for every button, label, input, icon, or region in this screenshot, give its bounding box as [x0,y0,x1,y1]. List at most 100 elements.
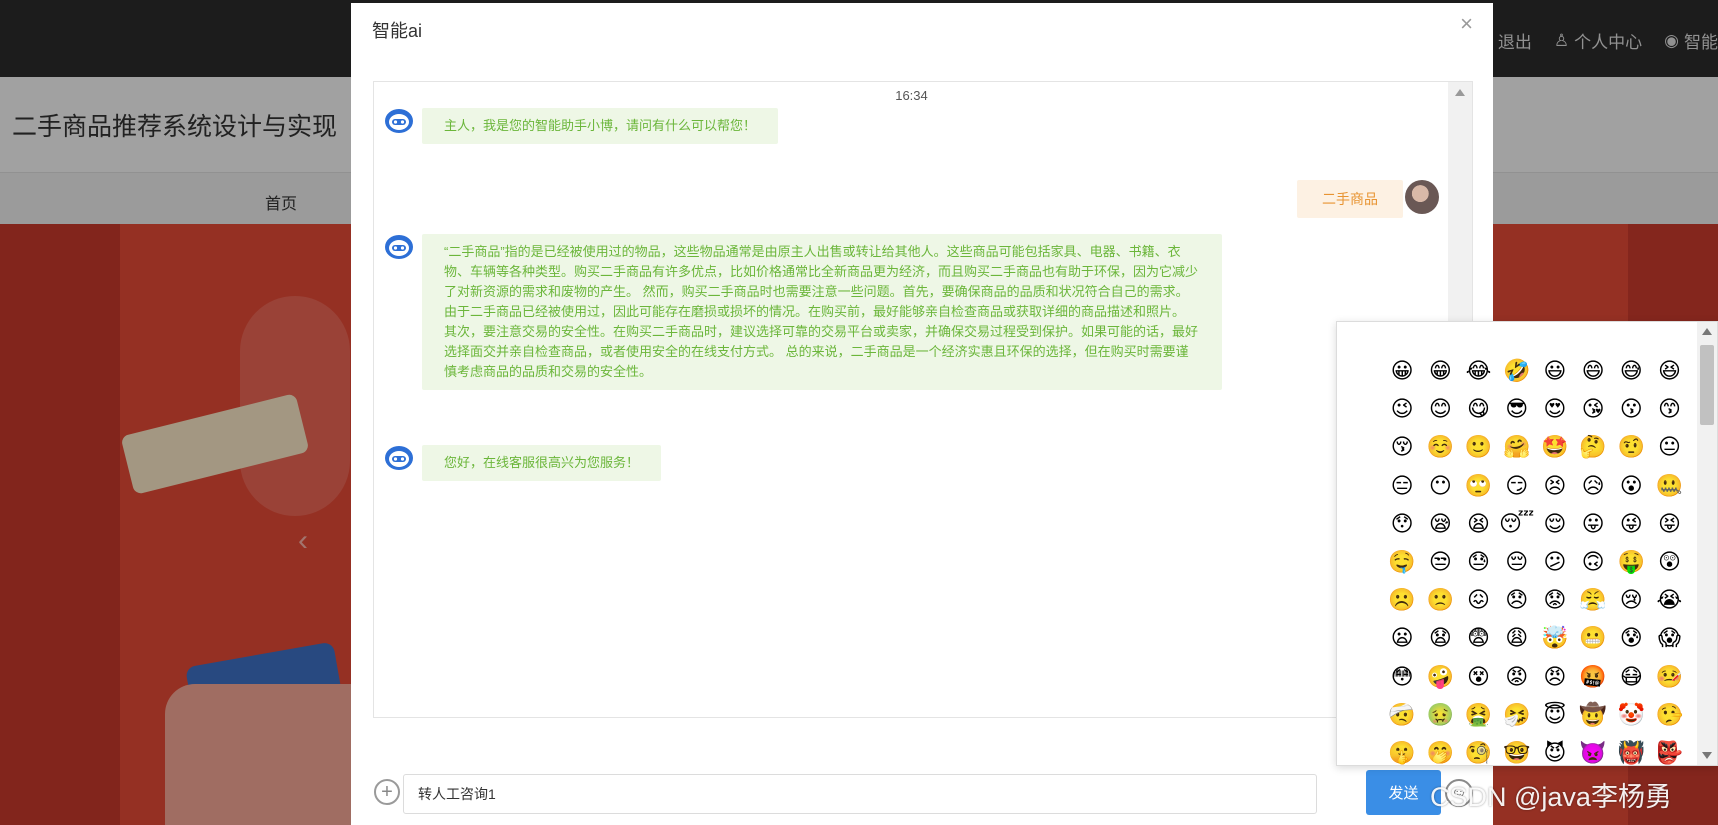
close-icon[interactable]: × [1460,11,1473,37]
emoji-item[interactable]: 😢 [1612,581,1650,619]
emoji-item[interactable]: 👺 [1650,734,1688,765]
emoji-item[interactable]: 😚 [1383,428,1421,466]
emoji-item[interactable]: 😊 [1421,390,1459,428]
emoji-item[interactable]: 🤭 [1421,734,1459,765]
emoji-item[interactable]: 😙 [1650,390,1688,428]
emoji-item[interactable]: 😍 [1536,390,1574,428]
emoji-item[interactable]: 😔 [1498,543,1536,581]
emoji-item[interactable]: 😌 [1536,505,1574,543]
emoji-item[interactable]: 😶 [1421,467,1459,505]
emoji-item[interactable]: 😐 [1650,428,1688,466]
emoji-item[interactable]: 😕 [1536,543,1574,581]
emoji-item[interactable]: 😏 [1498,467,1536,505]
emoji-item[interactable]: 🤕 [1383,696,1421,734]
emoji-item[interactable]: 😟 [1536,581,1574,619]
emoji-item[interactable]: 😉 [1383,390,1421,428]
add-attachment-icon[interactable]: + [374,779,400,805]
emoji-item[interactable]: 😎 [1498,390,1536,428]
emoji-item[interactable]: 😞 [1498,581,1536,619]
emoji-item[interactable]: 🤬 [1574,658,1612,696]
emoji-item[interactable]: 🤤 [1383,543,1421,581]
scroll-down-icon[interactable] [1702,752,1712,759]
emoji-item[interactable]: 🙃 [1574,543,1612,581]
emoji-item[interactable]: 😴 [1498,505,1536,543]
emoji-item[interactable]: 😖 [1459,581,1497,619]
emoji-item[interactable]: 😨 [1459,619,1497,657]
emoji-item[interactable]: 😋 [1459,390,1497,428]
emoji-item[interactable]: 😓 [1459,543,1497,581]
emoji-item[interactable]: 🤨 [1612,428,1650,466]
emoji-item[interactable]: 😳 [1383,658,1421,696]
emoji-item[interactable]: 🤧 [1498,696,1536,734]
emoji-item[interactable]: 😣 [1536,467,1574,505]
emoji-item[interactable]: 😠 [1536,658,1574,696]
emoji-item[interactable]: 😇 [1536,696,1574,734]
emoji-item[interactable]: 😄 [1574,352,1612,390]
emoji-item[interactable]: 🤥 [1650,696,1688,734]
scroll-up-icon[interactable] [1702,328,1712,335]
emoji-item[interactable]: 😁 [1421,352,1459,390]
emoji-item[interactable]: 🤢 [1421,696,1459,734]
emoji-item[interactable]: 👿 [1574,734,1612,765]
emoji-item[interactable]: 🤓 [1498,734,1536,765]
emoji-item[interactable]: 🤗 [1498,428,1536,466]
scroll-thumb[interactable] [1700,345,1714,425]
emoji-item[interactable]: 😝 [1650,505,1688,543]
emoji-item[interactable]: 🤩 [1536,428,1574,466]
emoji-item[interactable]: 😤 [1574,581,1612,619]
emoji-item[interactable]: 😬 [1574,619,1612,657]
emoji-item[interactable]: 🙄 [1459,467,1497,505]
emoji-item[interactable]: 😅 [1612,352,1650,390]
emoji-item[interactable]: 🙁 [1421,581,1459,619]
emoji-item[interactable]: 😮 [1612,467,1650,505]
emoji-item[interactable]: 😧 [1421,619,1459,657]
emoji-item[interactable]: 🤯 [1536,619,1574,657]
emoji-item[interactable]: 😆 [1650,352,1688,390]
emoji-item[interactable]: 😫 [1459,505,1497,543]
emoji-item[interactable]: 🤑 [1612,543,1650,581]
emoji-item[interactable]: 😱 [1650,619,1688,657]
emoji-scrollbar[interactable] [1697,322,1717,765]
bot-avatar-icon [385,109,413,133]
emoji-item[interactable]: 👹 [1612,734,1650,765]
emoji-item[interactable]: 🤒 [1650,658,1688,696]
emoji-item[interactable]: 🤔 [1574,428,1612,466]
emoji-item[interactable]: 😜 [1612,505,1650,543]
emoji-item[interactable]: 😂 [1459,352,1497,390]
emoji-item[interactable]: 😰 [1612,619,1650,657]
bot-avatar-icon [385,235,413,259]
emoji-item[interactable]: 😪 [1421,505,1459,543]
emoji-item[interactable]: 😀 [1383,352,1421,390]
emoji-item[interactable]: 🧐 [1459,734,1497,765]
emoji-item[interactable]: 🤠 [1574,696,1612,734]
message-input[interactable] [403,774,1317,814]
emoji-item[interactable]: 😩 [1498,619,1536,657]
emoji-item[interactable]: 🤐 [1650,467,1688,505]
emoji-item[interactable]: 😃 [1536,352,1574,390]
emoji-item[interactable]: 🤣 [1498,352,1536,390]
emoji-item[interactable]: 😒 [1421,543,1459,581]
emoji-item[interactable]: 😛 [1574,505,1612,543]
emoji-item[interactable]: 🙂 [1459,428,1497,466]
emoji-item[interactable]: 🤪 [1421,658,1459,696]
emoji-item[interactable]: 😡 [1498,658,1536,696]
emoji-item[interactable]: 😗 [1612,390,1650,428]
emoji-item[interactable]: 😘 [1574,390,1612,428]
emoji-item[interactable]: 😵 [1459,658,1497,696]
chat-history[interactable]: 16:34 主人，我是您的智能助手小博，请问有什么可以帮您！ 二手商品 “二手商… [373,81,1473,718]
scroll-up-icon[interactable] [1455,89,1465,96]
emoji-item[interactable]: 😭 [1650,581,1688,619]
emoji-item[interactable]: 😈 [1536,734,1574,765]
emoji-item[interactable]: 😥 [1574,467,1612,505]
emoji-item[interactable]: 😯 [1383,505,1421,543]
emoji-item[interactable]: 🤮 [1459,696,1497,734]
emoji-item[interactable]: 😲 [1650,543,1688,581]
bot-message: “二手商品”指的是已经被使用过的物品，这些物品通常是由原主人出售或转让给其他人。… [422,234,1222,390]
emoji-item[interactable]: ☺️ [1421,428,1459,466]
emoji-item[interactable]: 😷 [1612,658,1650,696]
emoji-item[interactable]: ☹️ [1383,581,1421,619]
emoji-item[interactable]: 😦 [1383,619,1421,657]
emoji-item[interactable]: 🤡 [1612,696,1650,734]
emoji-item[interactable]: 😑 [1383,467,1421,505]
emoji-item[interactable]: 🤫 [1383,734,1421,765]
